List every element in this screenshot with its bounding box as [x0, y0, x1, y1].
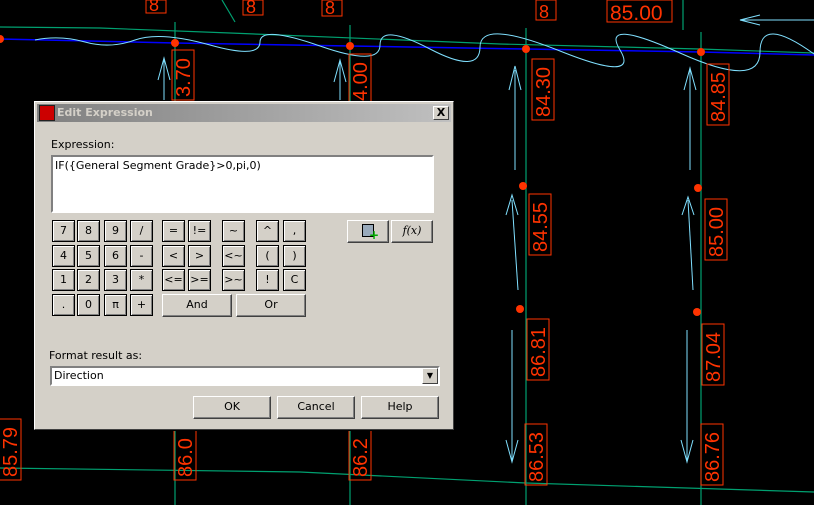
key-button[interactable]: *	[130, 269, 153, 291]
key-button[interactable]: 6	[104, 245, 127, 267]
operator-button[interactable]: <=	[162, 269, 185, 291]
dialog-title-bar[interactable]: Edit Expression X	[37, 104, 451, 122]
operator-button[interactable]: >~	[222, 269, 245, 291]
operator-button[interactable]: )	[283, 245, 306, 267]
operator-button[interactable]: =	[162, 220, 185, 242]
or-button[interactable]: Or	[236, 294, 306, 317]
format-label: Format result as:	[49, 349, 143, 362]
cancel-button[interactable]: Cancel	[277, 396, 355, 419]
format-select[interactable]: Direction ▼	[50, 366, 440, 386]
cad-label: 86.81	[528, 327, 550, 377]
cad-label: 85.00	[610, 2, 663, 25]
operator-button[interactable]: C	[283, 269, 306, 291]
and-button[interactable]: And	[162, 294, 232, 317]
operator-button[interactable]: !	[256, 269, 279, 291]
help-button[interactable]: Help	[361, 396, 439, 419]
cad-label: 4.00	[350, 62, 372, 101]
operator-button[interactable]: >	[188, 245, 211, 267]
app-icon	[39, 105, 55, 121]
cad-label: 86.2	[350, 438, 372, 477]
key-button[interactable]: 8	[77, 220, 100, 242]
cad-label: 84.85	[708, 72, 730, 122]
key-button[interactable]: -	[130, 245, 153, 267]
cad-label: 86.76	[702, 432, 724, 482]
operator-button[interactable]: >=	[188, 269, 211, 291]
insert-function-button[interactable]: f(x)	[391, 220, 433, 243]
operator-button[interactable]: (	[256, 245, 279, 267]
cad-label: 84.55	[530, 202, 552, 252]
key-button[interactable]: 9	[104, 220, 127, 242]
key-button[interactable]: 5	[77, 245, 100, 267]
expression-input[interactable]: IF({General Segment Grade}>0,pi,0)	[51, 155, 434, 213]
cad-label: 86.53	[526, 432, 548, 482]
operator-button[interactable]: <~	[222, 245, 245, 267]
function-insert-icon: f(x)	[402, 224, 422, 237]
property-insert-icon: +	[362, 224, 379, 241]
key-button[interactable]: /	[130, 220, 153, 242]
key-button[interactable]: 2	[77, 269, 100, 291]
key-button[interactable]: 7	[52, 220, 75, 242]
cad-label: 84.30	[533, 67, 555, 117]
chevron-down-icon[interactable]: ▼	[422, 368, 438, 384]
key-button[interactable]: π	[104, 294, 127, 316]
key-button[interactable]: 0	[77, 294, 100, 316]
cad-label: 8	[539, 2, 549, 22]
cad-label: 85.00	[706, 207, 728, 257]
cad-label: 8	[325, 0, 335, 18]
cad-label: 3.70	[173, 58, 195, 97]
ok-button[interactable]: OK	[193, 396, 271, 419]
operator-button[interactable]: ,	[283, 220, 306, 242]
cad-label: 85.79	[0, 427, 22, 477]
operator-button[interactable]: <	[162, 245, 185, 267]
cad-label: 86.0	[175, 438, 197, 477]
key-button[interactable]: 1	[52, 269, 75, 291]
key-button[interactable]: 3	[104, 269, 127, 291]
cad-label: 8	[149, 0, 159, 15]
edit-expression-dialog: Edit Expression X Expression: IF({Genera…	[34, 101, 454, 430]
operator-button[interactable]: ~	[222, 220, 245, 242]
close-button[interactable]: X	[433, 106, 449, 120]
operator-button[interactable]: ^	[256, 220, 279, 242]
cad-label: 8	[246, 0, 256, 17]
cad-label: 87.04	[703, 332, 725, 382]
insert-property-button[interactable]: +	[347, 220, 389, 243]
operator-button[interactable]: !=	[188, 220, 211, 242]
key-button[interactable]: +	[130, 294, 153, 316]
key-button[interactable]: 4	[52, 245, 75, 267]
format-selected-value: Direction	[54, 369, 104, 382]
expression-label: Expression:	[51, 138, 115, 151]
dialog-title: Edit Expression	[57, 106, 153, 119]
key-button[interactable]: .	[52, 294, 75, 316]
